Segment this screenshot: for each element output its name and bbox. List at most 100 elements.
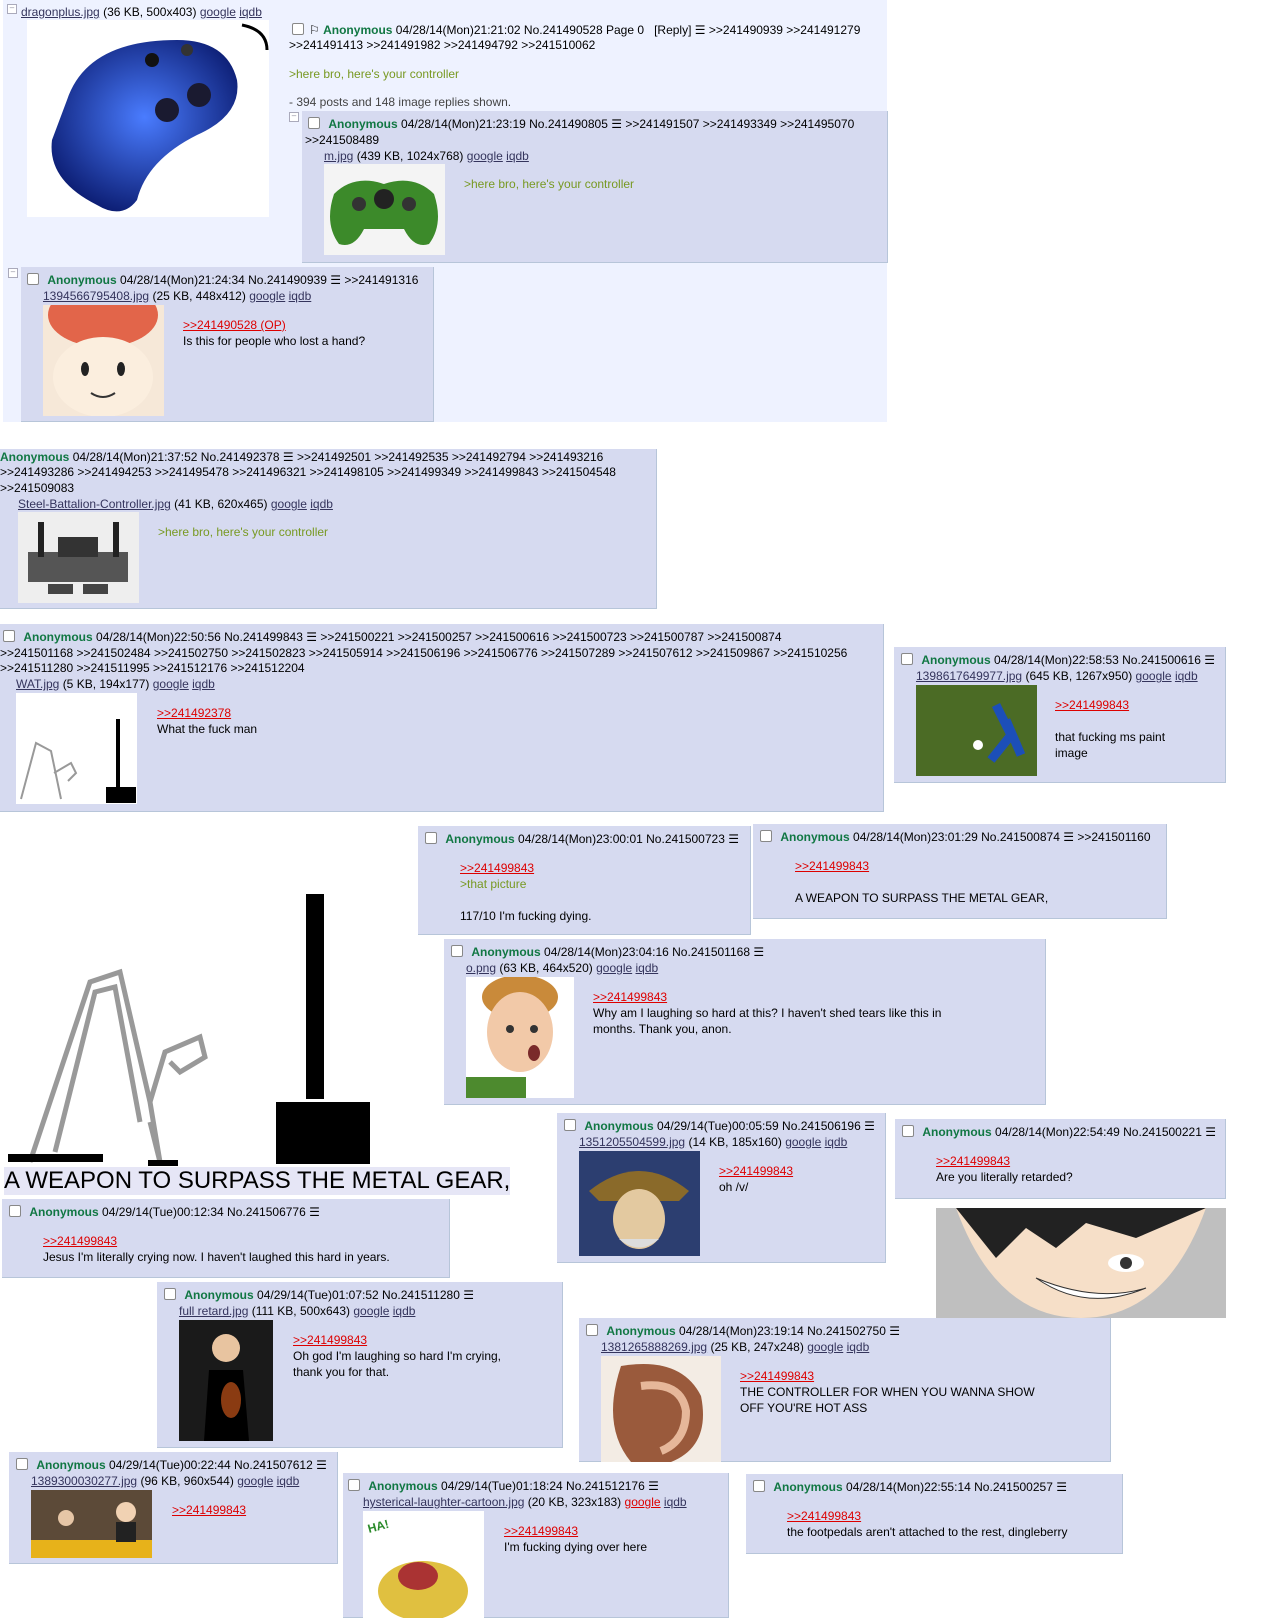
select-checkbox[interactable] [901, 653, 913, 665]
select-checkbox[interactable] [308, 117, 320, 129]
quote-link[interactable]: >>241499843 [1055, 698, 1129, 712]
post-number[interactable]: No.241492378 [201, 450, 280, 464]
reply-link[interactable]: [Reply] [654, 23, 691, 37]
post-number[interactable]: No.241500616 [1122, 653, 1201, 667]
google-link[interactable]: google [785, 1135, 821, 1149]
thumbnail[interactable] [179, 1320, 273, 1441]
google-link[interactable]: google [467, 149, 503, 163]
hamburger-icon[interactable]: ☰ [1204, 653, 1215, 668]
file-link[interactable]: 1398617649977.jpg [916, 669, 1022, 683]
thumbnail[interactable] [31, 1490, 152, 1558]
iqdb-link[interactable]: iqdb [664, 1495, 687, 1509]
google-link[interactable]: google [153, 677, 189, 691]
quote-link[interactable]: >>241499843 [593, 990, 667, 1004]
file-link[interactable]: 1351205504599.jpg [579, 1135, 685, 1149]
select-checkbox[interactable] [292, 23, 304, 35]
select-checkbox[interactable] [3, 630, 15, 642]
thumbnail[interactable] [601, 1356, 721, 1462]
select-checkbox[interactable] [425, 832, 437, 844]
hamburger-icon[interactable]: ☰ [316, 1458, 327, 1473]
hamburger-icon[interactable]: ☰ [1205, 1125, 1216, 1140]
hamburger-icon[interactable]: ☰ [889, 1324, 900, 1339]
post-number[interactable]: No.241499843 [224, 630, 303, 644]
quote-link[interactable]: >>241492378 [157, 706, 231, 720]
hamburger-icon[interactable]: ☰ [283, 450, 294, 465]
hamburger-icon[interactable]: ☰ [695, 23, 706, 38]
post-number[interactable]: No.241506196 [782, 1119, 861, 1133]
post-number[interactable]: No.241501168 [672, 945, 750, 959]
iqdb-link[interactable]: iqdb [310, 497, 333, 511]
post-number[interactable]: No.241500874 [981, 830, 1060, 844]
thumbnail[interactable] [18, 512, 139, 603]
backlinks-2[interactable]: >>241508489 [305, 133, 379, 148]
select-checkbox[interactable] [902, 1125, 914, 1137]
quote-link[interactable]: >>241499843 [936, 1154, 1010, 1168]
backlinks[interactable]: >>241490939 >>241491279 [709, 23, 861, 37]
hamburger-icon[interactable]: ☰ [1063, 830, 1074, 845]
hamburger-icon[interactable]: ☰ [753, 945, 764, 960]
backlinks-2[interactable]: >>241501168 >>241502484 >>241502750 >>24… [0, 646, 847, 661]
thumbnail[interactable] [579, 1151, 700, 1256]
file-link[interactable]: 1389300030277.jpg [31, 1474, 137, 1488]
select-checkbox[interactable] [164, 1288, 176, 1300]
quote-link[interactable]: >>241499843 [795, 859, 869, 873]
minus-box-icon[interactable]: – [8, 268, 18, 278]
file-link[interactable]: 1394566795408.jpg [43, 289, 149, 303]
select-checkbox[interactable] [16, 1458, 28, 1470]
quote-link[interactable]: >>241499843 [787, 1509, 861, 1523]
quote-link[interactable]: >>241499843 [43, 1234, 117, 1248]
op-thumbnail-controller[interactable] [27, 20, 269, 217]
backlinks[interactable]: >>241492501 >>241492535 >>241492794 >>24… [297, 450, 603, 464]
post-number[interactable]: No.241506776 [227, 1205, 306, 1219]
quote-link[interactable]: >>241490528 (OP) [183, 318, 286, 332]
thumbnail[interactable]: HA! [363, 1511, 484, 1618]
iqdb-link[interactable]: iqdb [277, 1474, 300, 1488]
select-checkbox[interactable] [586, 1324, 598, 1336]
google-link[interactable]: google [271, 497, 307, 511]
hamburger-icon[interactable]: ☰ [330, 273, 341, 288]
iqdb-link[interactable]: iqdb [192, 677, 215, 691]
file-link[interactable]: m.jpg [324, 149, 353, 163]
minus-box-icon[interactable]: – [7, 4, 17, 14]
quote-link[interactable]: >>241499843 [719, 1164, 793, 1178]
hamburger-icon[interactable]: ☰ [864, 1119, 875, 1134]
select-checkbox[interactable] [564, 1119, 576, 1131]
backlinks[interactable]: >>241491507 >>241493349 >>241495070 [625, 117, 854, 131]
post-number[interactable]: No.241502750 [807, 1324, 886, 1338]
quote-link[interactable]: >>241499843 [172, 1503, 246, 1517]
file-link[interactable]: WAT.jpg [16, 677, 59, 691]
bookmark-icon[interactable]: ⚐ [309, 23, 320, 37]
backlinks-2[interactable]: >>241493286 >>241494253 >>241495478 >>24… [0, 465, 616, 480]
thumbnail[interactable] [324, 164, 445, 255]
hamburger-icon[interactable]: ☰ [463, 1288, 474, 1303]
minus-box-icon[interactable]: – [289, 112, 299, 122]
file-link[interactable]: hysterical-laughter-cartoon.jpg [363, 1495, 524, 1509]
iqdb-link[interactable]: iqdb [847, 1340, 870, 1354]
select-checkbox[interactable] [9, 1205, 21, 1217]
iqdb-link[interactable]: iqdb [1175, 669, 1198, 683]
post-number[interactable]: No.241500257 [974, 1480, 1053, 1494]
post-number[interactable]: No.241500221 [1123, 1125, 1202, 1139]
post-number[interactable]: No.241511280 [382, 1288, 460, 1302]
backlinks-3[interactable]: >>241511280 >>241511995 >>241512176 >>24… [0, 661, 305, 676]
quote-link[interactable]: >>241499843 [293, 1333, 367, 1347]
post-number[interactable]: No.241500723 [646, 832, 725, 846]
thumbnail[interactable] [916, 685, 1037, 776]
select-checkbox[interactable] [760, 830, 772, 842]
google-link[interactable]: google [596, 961, 632, 975]
quote-link[interactable]: >>241499843 [504, 1524, 578, 1538]
post-number[interactable]: No.241512176 [566, 1479, 645, 1493]
google-link[interactable]: google [1136, 669, 1172, 683]
backlinks[interactable]: >>241500221 >>241500257 >>241500616 >>24… [320, 630, 781, 644]
op-file-link[interactable]: dragonplus.jpg [21, 5, 100, 19]
post-number[interactable]: No.241490528 [524, 23, 603, 37]
google-link[interactable]: google [200, 5, 236, 19]
file-link[interactable]: full retard.jpg [179, 1304, 248, 1318]
iqdb-link[interactable]: iqdb [239, 5, 262, 19]
quote-link[interactable]: >>241499843 [740, 1369, 814, 1383]
google-link[interactable]: google [237, 1474, 273, 1488]
backlinks[interactable]: >>241501160 [1077, 830, 1150, 844]
quote-link[interactable]: >>241499843 [460, 861, 534, 875]
google-link[interactable]: google [625, 1495, 661, 1509]
hamburger-icon[interactable]: ☰ [728, 832, 739, 847]
